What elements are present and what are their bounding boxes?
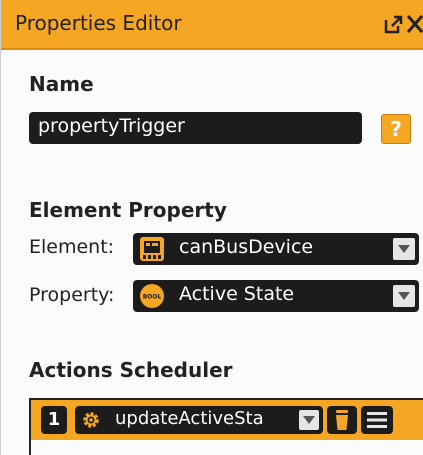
gear-icon <box>83 412 99 428</box>
delete-action-button[interactable] <box>327 406 357 434</box>
bool-icon-text: BOOL <box>143 294 162 301</box>
close-icon[interactable] <box>406 12 423 36</box>
properties-editor-panel: Properties Editor Name propertyTrigger ?… <box>0 0 423 455</box>
chevron-down-icon[interactable] <box>299 410 319 430</box>
titlebar-icons <box>374 12 423 38</box>
actions-list: 1 updateActiveSta <box>29 398 423 455</box>
element-label: Element: <box>29 236 115 258</box>
chevron-down-icon[interactable] <box>393 285 415 307</box>
element-select-value: canBusDevice <box>179 236 314 258</box>
bool-icon: BOOL <box>140 284 164 308</box>
trash-icon <box>336 410 348 430</box>
menu-icon <box>367 412 387 428</box>
property-label: Property: <box>29 284 115 306</box>
property-select[interactable]: BOOL Active State <box>133 280 419 312</box>
name-input[interactable]: propertyTrigger <box>29 112 362 144</box>
action-select-value: updateActiveSta <box>115 408 264 429</box>
panel-titlebar: Properties Editor <box>1 0 423 50</box>
device-icon <box>140 237 164 261</box>
name-heading: Name <box>29 72 94 96</box>
action-number: 1 <box>41 406 67 434</box>
actions-scheduler-heading: Actions Scheduler <box>29 358 233 382</box>
property-select-value: Active State <box>179 283 295 305</box>
action-row: 1 updateActiveSta <box>31 400 423 440</box>
chevron-down-icon[interactable] <box>393 238 415 260</box>
action-select[interactable]: updateActiveSta <box>75 406 323 434</box>
element-property-heading: Element Property <box>29 198 227 222</box>
action-menu-button[interactable] <box>361 406 393 434</box>
popout-icon[interactable] <box>382 14 404 36</box>
panel-title: Properties Editor <box>15 11 182 35</box>
element-select[interactable]: canBusDevice <box>133 233 419 265</box>
help-button[interactable]: ? <box>381 114 411 144</box>
